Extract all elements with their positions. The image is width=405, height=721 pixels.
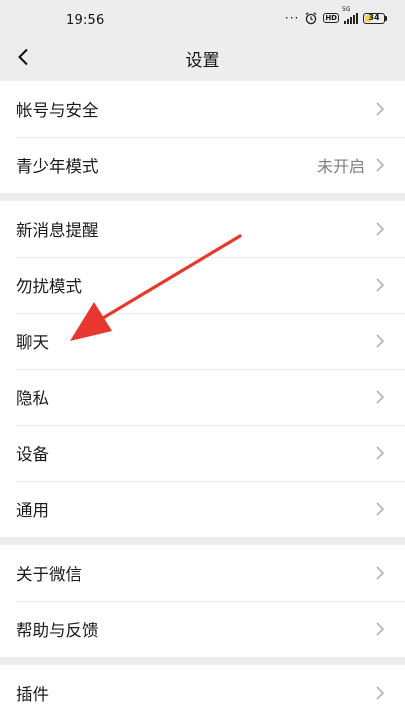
chevron-right-icon	[376, 566, 385, 580]
alarm-clock-icon	[304, 11, 318, 25]
chevron-right-icon	[376, 446, 385, 460]
settings-item-label: 插件	[16, 685, 49, 704]
battery-level: 34	[368, 13, 380, 22]
chevron-right-icon	[376, 102, 385, 116]
settings-group-account: 帐号与安全 青少年模式 未开启	[0, 81, 405, 193]
settings-item-label: 聊天	[16, 333, 49, 352]
settings-item-plugins[interactable]: 插件	[0, 665, 405, 721]
network-type-label: 5G	[342, 6, 351, 13]
chevron-right-icon	[376, 278, 385, 292]
settings-item-label: 设备	[16, 445, 49, 464]
chevron-right-icon	[376, 334, 385, 348]
settings-item-label: 青少年模式	[16, 157, 99, 176]
nav-bar: 设置	[0, 42, 405, 75]
settings-group-about: 关于微信 帮助与反馈	[0, 545, 405, 657]
settings-item-devices[interactable]: 设备	[0, 425, 405, 481]
battery-icon: 34	[363, 12, 387, 24]
settings-item-about-wechat[interactable]: 关于微信	[0, 545, 405, 601]
teen-mode-status: 未开启	[316, 157, 365, 176]
chevron-right-icon	[376, 502, 385, 516]
status-bar: 19:56 ··· HD 5G 34	[0, 0, 405, 42]
signal-icon: 5G	[342, 6, 358, 24]
chevron-right-icon	[376, 222, 385, 236]
settings-item-general[interactable]: 通用	[0, 481, 405, 537]
settings-group-plugins: 插件	[0, 665, 405, 721]
settings-item-label: 勿扰模式	[16, 277, 82, 296]
chevron-right-icon	[376, 686, 385, 700]
settings-item-label: 关于微信	[16, 565, 82, 584]
settings-item-do-not-disturb[interactable]: 勿扰模式	[0, 257, 405, 313]
settings-item-label: 新消息提醒	[16, 221, 99, 240]
settings-item-account-security[interactable]: 帐号与安全	[0, 81, 405, 137]
settings-item-privacy[interactable]: 隐私	[0, 369, 405, 425]
settings-item-label: 帮助与反馈	[16, 621, 99, 640]
chevron-right-icon	[376, 158, 385, 172]
settings-item-notifications[interactable]: 新消息提醒	[0, 201, 405, 257]
chevron-right-icon	[376, 622, 385, 636]
settings-item-label: 帐号与安全	[16, 101, 99, 120]
settings-item-label: 通用	[16, 501, 49, 520]
status-icons: ··· HD 5G 34	[284, 6, 387, 25]
chevron-right-icon	[376, 390, 385, 404]
status-time: 19:56	[66, 13, 105, 28]
settings-item-chat[interactable]: 聊天	[0, 313, 405, 369]
settings-item-label: 隐私	[16, 389, 49, 408]
settings-item-help-feedback[interactable]: 帮助与反馈	[0, 601, 405, 657]
page-title: 设置	[185, 51, 220, 71]
settings-item-teen-mode[interactable]: 青少年模式 未开启	[0, 137, 405, 193]
settings-group-general: 新消息提醒 勿扰模式 聊天 隐私 设备 通用	[0, 201, 405, 537]
hd-icon: HD	[323, 13, 339, 23]
more-dots-icon: ···	[284, 11, 300, 25]
